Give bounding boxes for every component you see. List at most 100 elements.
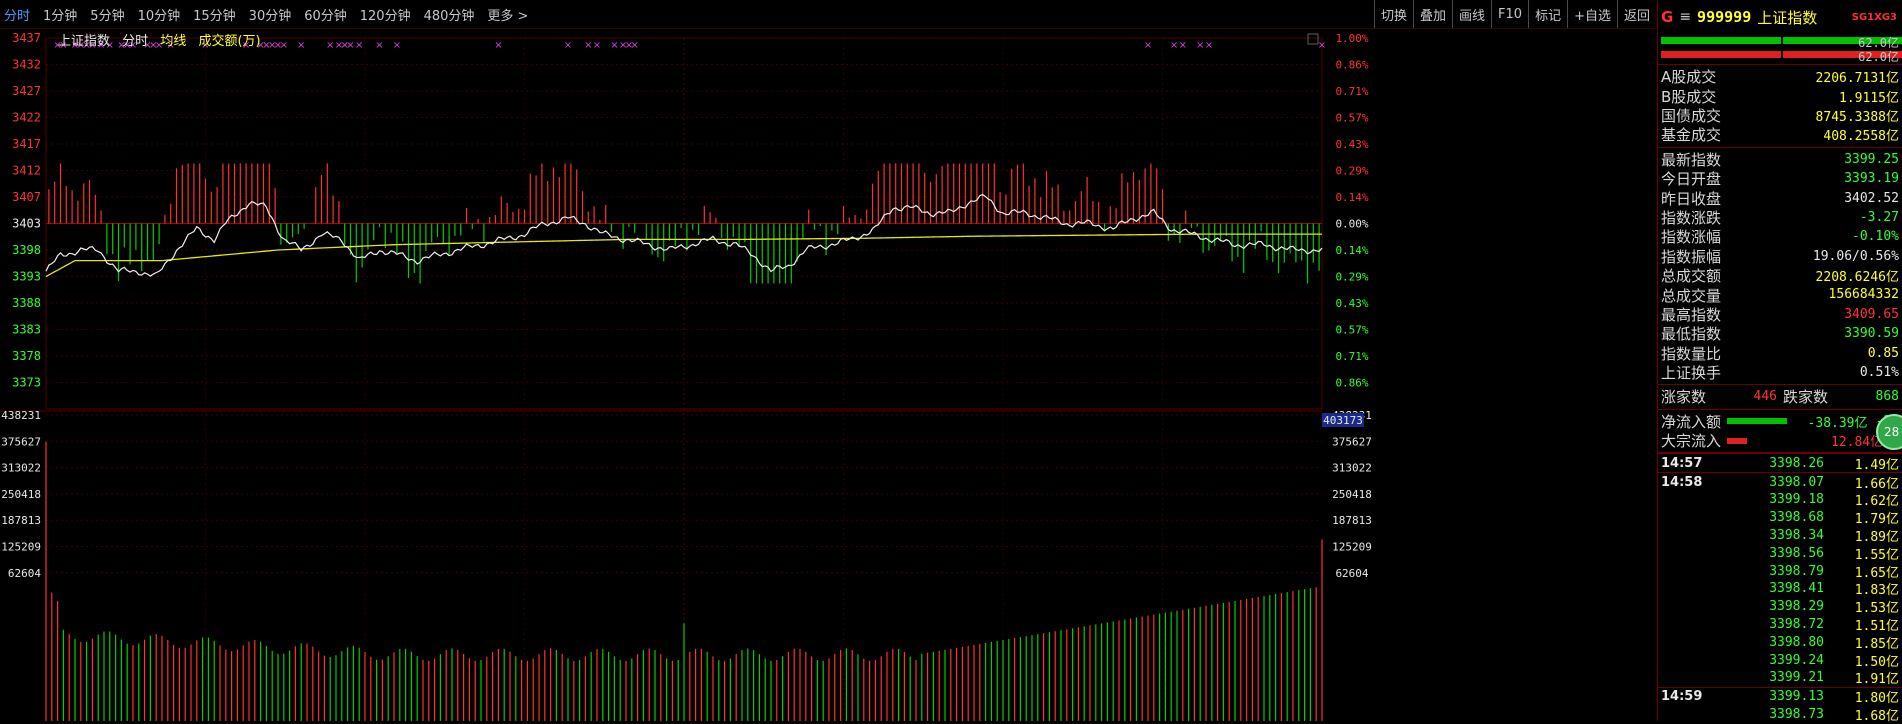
period-tab-9[interactable]: 更多 >	[487, 5, 528, 24]
stat-value: 19.06/0.56%	[1812, 248, 1899, 264]
tick-volume: 1.53亿	[1854, 601, 1899, 617]
tool-button-5[interactable]: +自选	[1567, 0, 1617, 28]
flow-label: 大宗流入	[1661, 432, 1722, 451]
tick-time: 14:57	[1661, 455, 1703, 471]
stat-row: 指数涨幅 -0.10%	[1658, 227, 1902, 246]
chart-legend: 上证指数 分时 均线 成交额(万)	[58, 30, 269, 49]
stat-value: 3390.59	[1844, 326, 1899, 342]
period-tab-1[interactable]: 1分钟	[43, 5, 77, 24]
event-marker: ×	[375, 40, 383, 51]
event-marker: ×	[1318, 40, 1326, 51]
stat-value: 2208.6246亿	[1815, 270, 1899, 286]
stat-value: 0.85	[1867, 345, 1899, 361]
legend-mode[interactable]: 分时	[122, 34, 148, 49]
tool-button-3[interactable]: F10	[1491, 0, 1528, 28]
stat-row: 指数量比 0.85	[1658, 343, 1902, 363]
tick-price: 3398.56	[1769, 545, 1824, 561]
pct-tick-label: 1.00%	[1335, 32, 1368, 45]
tick-row[interactable]: 3399.21 1.91亿	[1658, 669, 1902, 687]
tool-button-2[interactable]: 画线	[1452, 0, 1491, 28]
panel-title: G ≡ 999999 上证指数 SG1XG3	[1658, 0, 1902, 34]
event-marker: ×	[584, 40, 592, 51]
event-marker: ×	[297, 40, 305, 51]
tick-row[interactable]: 3399.24 1.50亿	[1658, 651, 1902, 670]
stat-value: 0.51%	[1859, 365, 1899, 381]
up-count: 446	[1753, 389, 1777, 405]
tick-row[interactable]: 3399.18 1.62亿	[1658, 491, 1902, 509]
tick-volume: 1.83亿	[1854, 583, 1899, 599]
period-tab-5[interactable]: 30分钟	[249, 5, 292, 24]
event-marker: ×	[326, 40, 334, 51]
down-count: 868	[1875, 389, 1899, 405]
event-marker: ×	[494, 40, 502, 51]
tick-row[interactable]: 14:58 3398.07 1.66亿	[1658, 472, 1902, 492]
period-tab-6[interactable]: 60分钟	[304, 5, 347, 24]
tick-row[interactable]: 3398.72 1.51亿	[1658, 616, 1902, 634]
g-icon[interactable]: G	[1661, 8, 1673, 26]
tick-volume: 1.89亿	[1854, 530, 1899, 546]
period-tab-3[interactable]: 10分钟	[138, 5, 181, 24]
volume-tick-label-right: 313022	[1332, 462, 1372, 475]
price-tick-label: 3393	[12, 270, 41, 284]
pct-tick-label: 0.57%	[1335, 112, 1368, 125]
price-tick-label: 3412	[12, 164, 41, 178]
stat-label: 指数振幅	[1661, 247, 1722, 266]
stat-label: 最新指数	[1661, 150, 1722, 169]
event-marker: ×	[564, 40, 572, 51]
period-tab-8[interactable]: 480分钟	[424, 5, 475, 24]
tool-button-1[interactable]: 叠加	[1413, 0, 1452, 28]
tick-row[interactable]: 14:57 3398.26 1.49亿	[1658, 453, 1902, 473]
legend-volume[interactable]: 成交额(万)	[198, 34, 260, 49]
tick-price: 3398.80	[1769, 634, 1824, 650]
menu-icon[interactable]: ≡	[1679, 9, 1691, 25]
tool-button-4[interactable]: 标记	[1528, 0, 1567, 28]
event-marker: ×	[1205, 40, 1213, 51]
tick-row[interactable]: 3398.34 1.89亿	[1658, 527, 1902, 545]
price-tick-label: 3427	[12, 84, 41, 98]
period-tab-0[interactable]: 分时	[4, 5, 30, 24]
turnover-label: A股成交	[1661, 68, 1717, 87]
intraday-chart[interactable]: 3437 1.00% 3432 0.86% 3427 0.71% 3422 0.57% 3417…	[0, 28, 1656, 721]
stat-value: 3393.19	[1844, 171, 1899, 187]
tick-volume: 1.50亿	[1854, 654, 1899, 670]
event-marker: ×	[593, 40, 601, 51]
tick-row[interactable]: 3398.68 1.79亿	[1658, 509, 1902, 527]
stat-label: 今日开盘	[1661, 170, 1722, 189]
stat-value: 3399.25	[1844, 151, 1899, 167]
sell-bar	[1661, 51, 1781, 58]
event-marker: ×	[1179, 40, 1187, 51]
event-marker: ×	[346, 40, 354, 51]
tool-button-0[interactable]: 切换	[1373, 0, 1413, 28]
period-tab-2[interactable]: 5分钟	[90, 5, 124, 24]
tool-button-6[interactable]: 返回	[1616, 0, 1656, 28]
stat-row: 上证换手 0.51%	[1658, 363, 1902, 382]
flow-value: -38.39亿	[1807, 415, 1868, 431]
volume-tick-label-right: 375627	[1332, 435, 1372, 448]
stat-row: 今日开盘 3393.19	[1658, 169, 1902, 188]
tick-volume: 1.80亿	[1854, 691, 1899, 707]
tick-volume: 1.85亿	[1854, 636, 1899, 652]
period-tab-4[interactable]: 15分钟	[193, 5, 236, 24]
chart-corner-toggle-icon[interactable]	[1307, 33, 1319, 45]
tick-row[interactable]: 3398.80 1.85亿	[1658, 633, 1902, 652]
tick-price: 3398.41	[1769, 581, 1824, 597]
legend-avg[interactable]: 均线	[160, 34, 186, 49]
indicator-tag[interactable]: SG1XG3	[1852, 12, 1897, 23]
event-marker: ×	[1196, 40, 1204, 51]
tick-list[interactable]: 14:57 3398.26 1.49亿 14:58 3398.07 1.66亿 3399.1…	[1658, 453, 1902, 724]
tick-row[interactable]: 3398.41 1.83亿	[1658, 580, 1902, 598]
volume-tick-label: 375627	[1, 435, 41, 448]
tick-row[interactable]: 14:59 3399.13 1.80亿	[1658, 686, 1902, 707]
tick-row[interactable]: 3398.56 1.55亿	[1658, 544, 1902, 563]
tick-row[interactable]: 3398.29 1.53亿	[1658, 598, 1902, 616]
stat-row: 总成交额 2208.6246亿	[1658, 266, 1902, 285]
tick-row[interactable]: 3398.79 1.65亿	[1658, 562, 1902, 581]
flow-row: 净流入额-38.39亿-2%	[1658, 412, 1902, 431]
turnover-section: A股成交 2206.7131亿 B股成交 1.9115亿 国债成交 8745.3388亿基…	[1658, 65, 1902, 148]
stat-label: 指数量比	[1661, 344, 1722, 363]
stat-label: 上证换手	[1661, 364, 1722, 383]
tick-price: 3399.13	[1769, 689, 1824, 705]
tick-price: 3398.73	[1769, 706, 1824, 722]
buy-sell-bars: 62.0亿 62.0亿	[1658, 34, 1902, 65]
period-tab-7[interactable]: 120分钟	[360, 5, 411, 24]
